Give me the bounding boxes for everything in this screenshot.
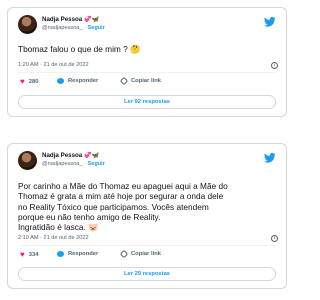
copy-link-label: Copiar link <box>131 251 161 257</box>
divider <box>18 245 276 246</box>
like-count: 280 <box>28 79 39 85</box>
tweet-header: Nadja Pessoa 💞🦋 @nadjapessoa_ · Seguir <box>18 15 278 35</box>
avatar[interactable] <box>18 151 37 170</box>
tweet-timestamp[interactable]: 1:20 AM · 21 de out de 2022 <box>18 62 89 68</box>
author-name[interactable]: Nadja Pessoa 💞🦋 <box>42 152 99 159</box>
copy-link-button[interactable]: Copiar link <box>119 76 161 86</box>
speech-bubble-icon <box>57 251 64 257</box>
tweet-header: Nadja Pessoa 💞🦋 @nadjapessoa_ · Seguir <box>18 151 278 171</box>
reply-label: Responder <box>68 251 99 257</box>
reply-label: Responder <box>68 78 99 84</box>
tweet-timestamp[interactable]: 2:10 AM · 21 de out de 2022 <box>18 235 89 241</box>
like-button[interactable]: ♥ 334 <box>20 251 38 259</box>
info-icon[interactable]: i <box>271 62 278 69</box>
copy-link-label: Copiar link <box>131 78 161 84</box>
info-icon[interactable]: i <box>271 235 278 242</box>
author-emoji: 💞🦋 <box>84 153 100 159</box>
like-count: 334 <box>28 252 39 258</box>
tweet-card[interactable]: Nadja Pessoa 💞🦋 @nadjapessoa_ · Seguir Po… <box>7 143 287 289</box>
read-replies-button[interactable]: Ler 29 respostas <box>18 267 276 281</box>
reply-button[interactable]: Responder <box>57 78 98 84</box>
avatar[interactable] <box>18 15 37 34</box>
follow-button[interactable]: Seguir <box>88 25 105 31</box>
author-handle: @nadjapessoa_ · Seguir <box>42 25 105 31</box>
author-name[interactable]: Nadja Pessoa 💞🦋 <box>42 16 99 23</box>
author-handle: @nadjapessoa_ · Seguir <box>42 161 105 167</box>
link-icon <box>119 249 129 259</box>
reply-button[interactable]: Responder <box>57 251 98 257</box>
read-replies-button[interactable]: Ler 92 respostas <box>18 95 276 109</box>
tweet-text: Tbomaz falou o que de mim ? 🤔 <box>18 44 141 54</box>
heart-icon: ♥ <box>20 250 25 259</box>
speech-bubble-icon <box>57 78 64 84</box>
like-button[interactable]: ♥ 280 <box>20 78 38 86</box>
divider <box>18 72 276 73</box>
follow-button[interactable]: Seguir <box>88 161 105 167</box>
twitter-bird-icon[interactable] <box>264 153 276 163</box>
heart-icon: ♥ <box>20 77 25 86</box>
copy-link-button[interactable]: Copiar link <box>119 249 161 259</box>
tweet-card[interactable]: Nadja Pessoa 💞🦋 @nadjapessoa_ · Seguir Tb… <box>7 7 287 117</box>
twitter-bird-icon[interactable] <box>264 17 276 27</box>
tweet-actions: ♥ 334 Responder Copiar link <box>18 249 218 261</box>
tweet-text: Por carinho a Mãe do Thomaz eu apaguei a… <box>18 181 228 233</box>
author-emoji: 💞🦋 <box>84 17 100 23</box>
link-icon <box>119 76 129 86</box>
tweet-actions: ♥ 280 Responder Copiar link <box>18 76 218 88</box>
